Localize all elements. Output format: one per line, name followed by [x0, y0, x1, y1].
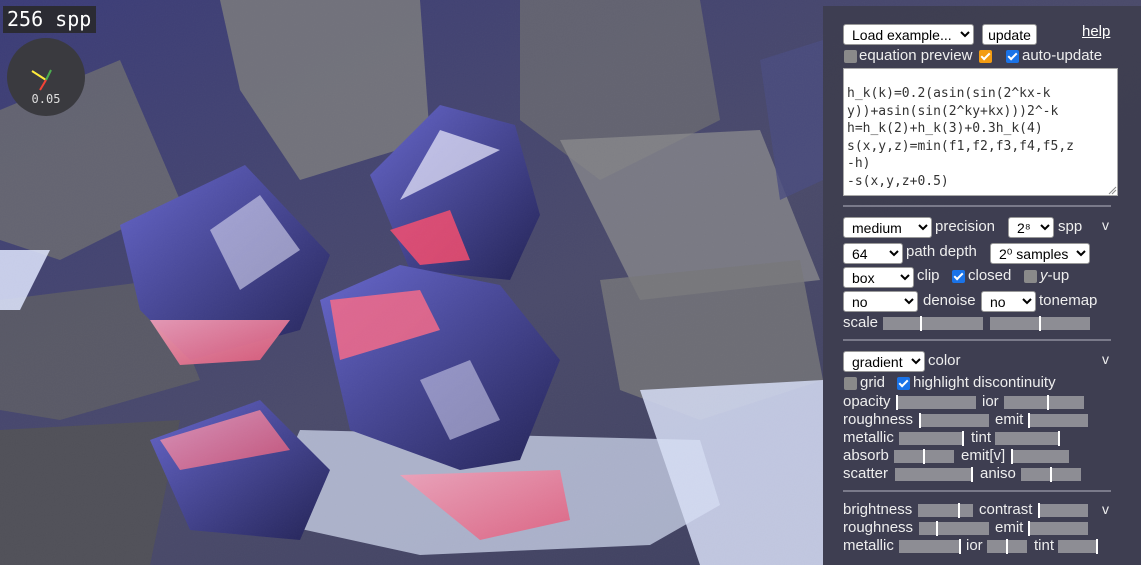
contrast-label: contrast: [979, 501, 1033, 518]
scale-slider-1[interactable]: [883, 316, 983, 331]
collapse-lighting-toggle[interactable]: v: [1102, 501, 1109, 517]
lighting-tint-slider[interactable]: [1058, 539, 1098, 554]
emit-v-slider[interactable]: [1011, 449, 1069, 464]
divider: [843, 490, 1111, 492]
closed-checkbox[interactable]: [952, 270, 965, 283]
metallic-label: metallic: [843, 429, 894, 446]
denoise-select[interactable]: no: [843, 291, 918, 312]
absorb-label: absorb: [843, 447, 889, 464]
axes-scale-value: 0.05: [31, 92, 61, 106]
control-panel: Load example... update help equation pre…: [823, 6, 1141, 565]
grid-label: grid: [860, 374, 886, 391]
precision-label: precision: [935, 218, 996, 235]
spp-label: spp: [1058, 218, 1083, 235]
equation-preview-checkbox-left[interactable]: [844, 50, 857, 63]
brightness-slider[interactable]: [918, 503, 973, 518]
divider: [843, 205, 1111, 207]
collapse-material-toggle[interactable]: v: [1102, 351, 1109, 367]
example-select[interactable]: Load example...: [843, 24, 974, 45]
scale-slider-2[interactable]: [990, 316, 1090, 331]
auto-update-label: auto-update: [1022, 47, 1103, 64]
closed-label: closed: [968, 267, 1012, 284]
help-link[interactable]: help: [1082, 23, 1110, 40]
precision-select[interactable]: medium: [843, 217, 932, 238]
scatter-slider[interactable]: [895, 467, 973, 482]
opacity-slider[interactable]: [896, 395, 976, 410]
collapse-render-toggle[interactable]: v: [1102, 217, 1109, 233]
grid-checkbox[interactable]: [844, 377, 857, 390]
lighting-metallic-slider[interactable]: [899, 539, 961, 554]
lighting-emit-slider[interactable]: [1028, 521, 1088, 536]
axes-gizmo[interactable]: 0.05: [7, 38, 85, 116]
y-up-checkbox[interactable]: [1024, 270, 1037, 283]
aniso-label: aniso: [980, 465, 1016, 482]
samples-select[interactable]: 2⁰ samples: [990, 243, 1090, 264]
metallic-slider[interactable]: [899, 431, 964, 446]
divider: [843, 339, 1111, 341]
color-select[interactable]: gradient: [843, 351, 925, 372]
auto-update-checkbox[interactable]: [1006, 50, 1019, 63]
samples-counter: 256 spp: [3, 6, 97, 33]
contrast-slider[interactable]: [1038, 503, 1088, 518]
aniso-slider[interactable]: [1021, 467, 1081, 482]
lighting-ior-label: ior: [966, 537, 983, 554]
path-depth-select[interactable]: 64: [843, 243, 903, 264]
tint-label: tint: [971, 429, 992, 446]
highlight-discontinuity-checkbox[interactable]: [897, 377, 910, 390]
scatter-label: scatter: [843, 465, 889, 482]
lighting-ior-slider[interactable]: [987, 539, 1027, 554]
lighting-emit-label: emit: [995, 519, 1024, 536]
highlight-discontinuity-label: highlight discontinuity: [913, 374, 1056, 391]
absorb-slider[interactable]: [894, 449, 954, 464]
equation-preview-label: equation preview: [859, 47, 973, 64]
tonemap-select[interactable]: no: [981, 291, 1036, 312]
color-label: color: [928, 352, 961, 369]
roughness-slider[interactable]: [919, 413, 989, 428]
tint-slider[interactable]: [995, 431, 1060, 446]
clip-select[interactable]: box: [843, 267, 914, 288]
ior-label: ior: [982, 393, 999, 410]
lighting-metallic-label: metallic: [843, 537, 894, 554]
lighting-roughness-label: roughness: [843, 519, 914, 536]
clip-label: clip: [917, 267, 940, 284]
emit-slider[interactable]: [1028, 413, 1088, 428]
denoise-label: denoise: [923, 292, 976, 309]
spp-select[interactable]: 2⁸: [1008, 217, 1054, 238]
brightness-label: brightness: [843, 501, 913, 518]
tonemap-label: tonemap: [1039, 292, 1098, 309]
equation-preview-checkbox[interactable]: [979, 50, 992, 63]
resize-handle-icon[interactable]: [1108, 186, 1117, 195]
update-button[interactable]: update: [982, 24, 1037, 45]
path-depth-label: path depth: [906, 243, 977, 260]
equation-editor[interactable]: h_k(k)=0.2(asin(sin(2^kx-k y))+asin(sin(…: [843, 68, 1118, 196]
y-up-label: y-up: [1040, 267, 1070, 284]
lighting-tint-label: tint: [1034, 537, 1055, 554]
emit-v-label: emit[v]: [961, 447, 1006, 464]
emit-label: emit: [995, 411, 1024, 428]
lighting-roughness-slider[interactable]: [919, 521, 989, 536]
roughness-label: roughness: [843, 411, 914, 428]
scale-label: scale: [843, 314, 879, 331]
ior-slider[interactable]: [1004, 395, 1084, 410]
opacity-label: opacity: [843, 393, 891, 410]
